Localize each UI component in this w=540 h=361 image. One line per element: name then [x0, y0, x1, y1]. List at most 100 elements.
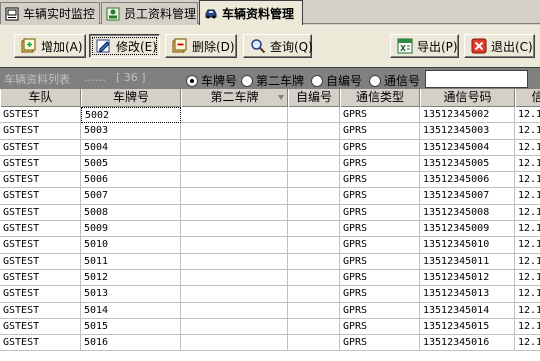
cell-comm-number[interactable]: 13512345002	[420, 107, 515, 124]
cell-more[interactable]: 12.1	[515, 140, 540, 156]
cell-comm-number[interactable]: 13512345007	[420, 188, 515, 205]
radio-dot[interactable]	[186, 74, 198, 87]
tab-vehicle-monitor[interactable]: 车辆实时监控	[0, 2, 100, 24]
radio-dot[interactable]	[241, 74, 253, 87]
add-button[interactable]: 增加(A)	[14, 34, 86, 58]
table-row[interactable]: GSTEST 5014 GPRS 13512345014 12.1	[0, 302, 540, 319]
cell-more[interactable]: 12.1	[515, 172, 540, 189]
cell-second-plate[interactable]	[181, 172, 288, 189]
column-header-plate[interactable]: 车牌号	[81, 89, 181, 107]
cell-fleet[interactable]: GSTEST	[0, 123, 81, 140]
cell-more[interactable]: 12.1	[515, 188, 540, 205]
cell-self-number[interactable]	[288, 302, 340, 319]
cell-more[interactable]: 12.1	[515, 286, 540, 303]
cell-plate[interactable]: 5008	[81, 204, 181, 222]
cell-fleet[interactable]: GSTEST	[0, 237, 81, 254]
search-input[interactable]	[425, 70, 528, 88]
cell-self-number[interactable]	[288, 107, 340, 124]
cell-self-number[interactable]	[288, 335, 340, 352]
delete-button[interactable]: 删除(D)	[165, 34, 237, 58]
cell-second-plate[interactable]	[181, 221, 288, 238]
edit-button[interactable]: 修改(E)	[89, 34, 160, 58]
cell-comm-type[interactable]: GPRS	[340, 188, 420, 205]
cell-comm-type[interactable]: GPRS	[340, 237, 420, 254]
table-row[interactable]: GSTEST 5005 GPRS 13512345005 12.1	[0, 155, 540, 173]
cell-fleet[interactable]: GSTEST	[0, 172, 81, 189]
cell-plate[interactable]: 5012	[81, 269, 181, 287]
cell-comm-number[interactable]: 13512345003	[420, 123, 515, 140]
cell-comm-type[interactable]: GPRS	[340, 253, 420, 270]
cell-fleet[interactable]: GSTEST	[0, 286, 81, 303]
column-header-more[interactable]: 信	[515, 89, 540, 107]
radio-self-number[interactable]: 自编号	[311, 72, 362, 89]
cell-comm-number[interactable]: 13512345006	[420, 172, 515, 189]
tab-vehicle-management[interactable]: 车辆资料管理	[199, 0, 303, 25]
cell-more[interactable]: 12.1	[515, 156, 540, 173]
cell-comm-type[interactable]: GPRS	[340, 172, 420, 189]
cell-self-number[interactable]	[288, 286, 340, 303]
cell-comm-number[interactable]: 13512345005	[420, 155, 515, 173]
cell-more[interactable]: 12.1	[515, 205, 540, 222]
cell-comm-number[interactable]: 13512345015	[420, 318, 515, 336]
cell-comm-type[interactable]: GPRS	[340, 269, 420, 287]
cell-second-plate[interactable]	[181, 123, 288, 140]
cell-plate[interactable]: 5007	[81, 188, 181, 205]
radio-plate-number[interactable]: 车牌号	[186, 72, 237, 89]
column-header-fleet[interactable]: 车队	[0, 89, 81, 107]
cell-comm-type[interactable]: GPRS	[340, 286, 420, 303]
cell-fleet[interactable]: GSTEST	[0, 155, 81, 173]
cell-plate[interactable]: 5011	[81, 253, 181, 270]
table-row[interactable]: GSTEST 5003 GPRS 13512345003 12.1	[0, 123, 540, 140]
table-row[interactable]: GSTEST 5007 GPRS 13512345007 12.1	[0, 188, 540, 205]
table-row[interactable]: GSTEST 5010 GPRS 13512345010 12.1	[0, 237, 540, 254]
cell-self-number[interactable]	[288, 269, 340, 287]
tab-employee-management[interactable]: 员工资料管理	[101, 2, 198, 24]
cell-fleet[interactable]: GSTEST	[0, 269, 81, 287]
cell-self-number[interactable]	[288, 221, 340, 238]
cell-comm-type[interactable]: GPRS	[340, 335, 420, 352]
cell-plate[interactable]: 5002	[81, 107, 181, 124]
table-row[interactable]: GSTEST 5016 GPRS 13512345016 12.1	[0, 335, 540, 352]
cell-more[interactable]: 12.1	[515, 270, 540, 287]
cell-second-plate[interactable]	[181, 318, 288, 336]
cell-fleet[interactable]: GSTEST	[0, 253, 81, 270]
cell-fleet[interactable]: GSTEST	[0, 302, 81, 319]
column-header-self-number[interactable]: 自编号	[288, 89, 340, 107]
cell-second-plate[interactable]	[181, 188, 288, 205]
cell-comm-number[interactable]: 13512345012	[420, 269, 515, 287]
cell-second-plate[interactable]	[181, 237, 288, 254]
cell-fleet[interactable]: GSTEST	[0, 188, 81, 205]
cell-fleet[interactable]: GSTEST	[0, 139, 81, 156]
cell-plate[interactable]: 5003	[81, 123, 181, 140]
cell-self-number[interactable]	[288, 172, 340, 189]
cell-comm-number[interactable]: 13512345004	[420, 139, 515, 156]
radio-dot[interactable]	[311, 74, 323, 87]
cell-plate[interactable]: 5004	[81, 139, 181, 156]
cell-second-plate[interactable]	[181, 286, 288, 303]
cell-comm-type[interactable]: GPRS	[340, 107, 420, 124]
column-header-comm-type[interactable]: 通信类型	[340, 89, 420, 107]
cell-more[interactable]: 12.1	[515, 221, 540, 238]
exit-button[interactable]: 退出(C)	[464, 34, 535, 58]
cell-comm-number[interactable]: 13512345008	[420, 204, 515, 222]
cell-comm-number[interactable]: 13512345016	[420, 335, 515, 352]
cell-fleet[interactable]: GSTEST	[0, 318, 81, 336]
cell-comm-type[interactable]: GPRS	[340, 318, 420, 336]
table-row[interactable]: GSTEST 5012 GPRS 13512345012 12.1	[0, 269, 540, 287]
table-row[interactable]: GSTEST 5013 GPRS 13512345013 12.1	[0, 286, 540, 303]
cell-comm-number[interactable]: 13512345013	[420, 286, 515, 303]
cell-comm-type[interactable]: GPRS	[340, 155, 420, 173]
cell-more[interactable]: 12.1	[515, 335, 540, 352]
cell-comm-number[interactable]: 13512345010	[420, 237, 515, 254]
cell-comm-type[interactable]: GPRS	[340, 204, 420, 222]
cell-plate[interactable]: 5006	[81, 172, 181, 189]
cell-second-plate[interactable]	[181, 269, 288, 287]
cell-comm-number[interactable]: 13512345011	[420, 253, 515, 270]
table-row[interactable]: GSTEST 5008 GPRS 13512345008 12.1	[0, 204, 540, 222]
cell-second-plate[interactable]	[181, 253, 288, 270]
cell-second-plate[interactable]	[181, 139, 288, 156]
cell-fleet[interactable]: GSTEST	[0, 107, 81, 124]
cell-plate[interactable]: 5016	[81, 335, 181, 352]
column-header-comm-number[interactable]: 通信号码	[420, 89, 515, 107]
cell-second-plate[interactable]	[181, 107, 288, 124]
